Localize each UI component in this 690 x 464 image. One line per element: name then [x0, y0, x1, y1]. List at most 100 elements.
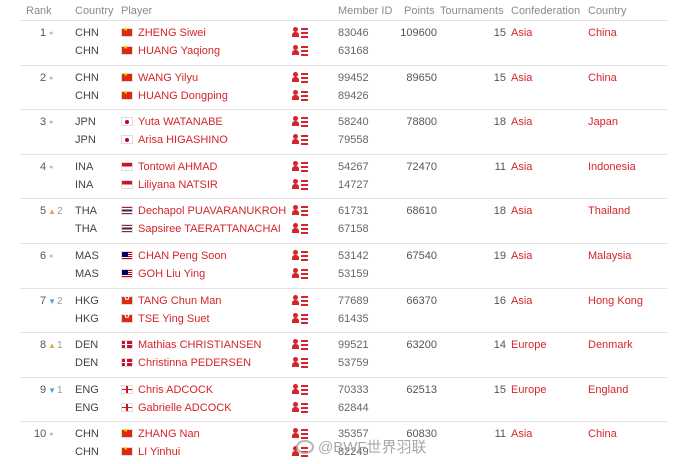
player-link[interactable]: WANG Yilyu	[121, 71, 198, 84]
player-profile-button[interactable]	[292, 223, 308, 237]
country-link[interactable]: China	[588, 27, 617, 39]
player-profile-button[interactable]	[292, 205, 308, 219]
rank-change: 1	[57, 340, 63, 352]
player-profile-icon[interactable]	[292, 223, 308, 235]
player-profile-button[interactable]	[292, 401, 308, 416]
player-profile-button[interactable]	[292, 27, 308, 41]
player-profile-button[interactable]	[292, 89, 308, 104]
player-profile-button[interactable]	[292, 312, 308, 327]
player-profile-button[interactable]	[292, 339, 308, 353]
country-link[interactable]: Denmark	[588, 339, 633, 351]
player-profile-icon[interactable]	[292, 160, 308, 172]
points-value: 63200	[406, 339, 437, 352]
player-profile-icon[interactable]	[292, 312, 308, 324]
player-profile-button[interactable]	[292, 116, 308, 130]
player-profile-icon[interactable]	[292, 116, 308, 128]
player-link[interactable]: Christinna PEDERSEN	[121, 357, 251, 369]
player-profile-button[interactable]	[292, 294, 308, 309]
player-link[interactable]: TSE Ying Suet	[121, 312, 210, 325]
weibo-icon	[296, 440, 314, 454]
player-link[interactable]: Liliyana NATSIR	[121, 179, 218, 191]
rank-change: 2	[57, 295, 63, 307]
country-link[interactable]: China	[588, 428, 617, 440]
player-link[interactable]: Mathias CHRISTIANSEN	[121, 339, 261, 351]
player-profile-button[interactable]	[292, 71, 308, 86]
tournaments-value: 15	[493, 383, 506, 396]
player-profile-icon[interactable]	[292, 134, 308, 146]
rank-unchanged-dot: ●	[49, 431, 54, 439]
header-confederation: Confederation	[511, 5, 581, 17]
confederation-link[interactable]: Asia	[511, 161, 532, 173]
rank-number: 1	[40, 27, 47, 39]
player-profile-icon[interactable]	[292, 205, 308, 217]
player-profile-button[interactable]	[292, 45, 308, 59]
confederation-link[interactable]: Asia	[511, 72, 532, 84]
confederation-link[interactable]: Europe	[511, 384, 546, 396]
country-code: HKG	[75, 312, 99, 325]
player-profile-button[interactable]	[292, 134, 308, 148]
confederation-link[interactable]: Europe	[511, 339, 546, 351]
country-link[interactable]: Japan	[588, 116, 618, 128]
country-code: INA	[75, 178, 94, 191]
player-link[interactable]: Chris ADCOCK	[121, 384, 213, 396]
country-link[interactable]: Hong Kong	[588, 295, 643, 307]
confederation-link[interactable]: Asia	[511, 250, 532, 262]
player-profile-icon[interactable]	[292, 294, 308, 306]
player-profile-button[interactable]	[292, 178, 308, 193]
player-profile-button[interactable]	[292, 383, 308, 398]
player-profile-icon[interactable]	[292, 383, 308, 395]
country-code: JPN	[75, 134, 96, 147]
confederation-link[interactable]: Asia	[511, 295, 532, 307]
country-link[interactable]: Malaysia	[588, 250, 631, 262]
player-profile-icon[interactable]	[292, 45, 308, 56]
player-profile-button[interactable]	[292, 268, 308, 282]
member-id: 53159	[338, 268, 369, 280]
player-profile-icon[interactable]	[292, 71, 308, 83]
player-link[interactable]: ZHENG Siwei	[121, 26, 206, 39]
country-link[interactable]: England	[588, 384, 628, 396]
confederation-link[interactable]: Asia	[511, 428, 532, 440]
player-profile-icon[interactable]	[292, 357, 308, 369]
player-profile-button[interactable]	[292, 160, 308, 175]
member-id: 61731	[338, 205, 369, 218]
member-id: 54267	[338, 160, 369, 173]
tournaments-value: 18	[493, 205, 506, 218]
player-link[interactable]: Gabrielle ADCOCK	[121, 402, 232, 414]
player-profile-icon[interactable]	[292, 250, 308, 261]
player-link[interactable]: TANG Chun Man	[121, 294, 222, 307]
player-link[interactable]: Tontowi AHMAD	[121, 161, 217, 173]
player-link[interactable]: Sapsiree TAERATTANACHAI	[121, 223, 281, 235]
confederation-link[interactable]: Asia	[511, 116, 532, 128]
player-profile-button[interactable]	[292, 357, 308, 371]
country-link[interactable]: Thailand	[588, 205, 630, 217]
table-header: Rank Country Player Member ID Points Tou…	[0, 0, 690, 20]
player-profile-icon[interactable]	[292, 339, 308, 351]
player-profile-icon[interactable]	[292, 401, 308, 413]
confederation-link[interactable]: Asia	[511, 27, 532, 39]
tournaments-value: 18	[493, 116, 506, 129]
player-profile-icon[interactable]	[292, 27, 308, 38]
player-link[interactable]: HUANG Dongping	[121, 89, 228, 102]
player-link[interactable]: Arisa HIGASHINO	[121, 134, 228, 146]
confederation-link[interactable]: Asia	[511, 205, 532, 217]
player-link[interactable]: LI Yinhui	[121, 445, 180, 458]
country-code: CHN	[75, 446, 99, 459]
player-link[interactable]: GOH Liu Ying	[121, 268, 205, 280]
player-profile-icon[interactable]	[292, 268, 308, 279]
rank-cell: 7 ▼2	[40, 295, 63, 307]
player-link[interactable]: HUANG Yaqiong	[121, 44, 220, 57]
rank-unchanged-dot: ●	[49, 253, 54, 260]
player-profile-icon[interactable]	[292, 89, 308, 101]
country-link[interactable]: China	[588, 72, 617, 84]
country-link[interactable]: Indonesia	[588, 161, 636, 173]
player-link[interactable]: Yuta WATANABE	[121, 116, 223, 128]
flag-icon	[121, 71, 133, 82]
arrow-up-icon: ▲	[48, 341, 57, 351]
player-link[interactable]: ZHANG Nan	[121, 427, 200, 440]
table-row: 7▼2 HKG TANG Chun Man 77689 HKG TSE Ying Suet…	[0, 288, 690, 332]
player-link[interactable]: Dechapol PUAVARANUKROH	[121, 205, 286, 217]
arrow-down-icon: ▼	[48, 296, 57, 306]
player-link[interactable]: CHAN Peng Soon	[121, 250, 227, 262]
player-profile-button[interactable]	[292, 250, 308, 264]
player-profile-icon[interactable]	[292, 178, 308, 190]
